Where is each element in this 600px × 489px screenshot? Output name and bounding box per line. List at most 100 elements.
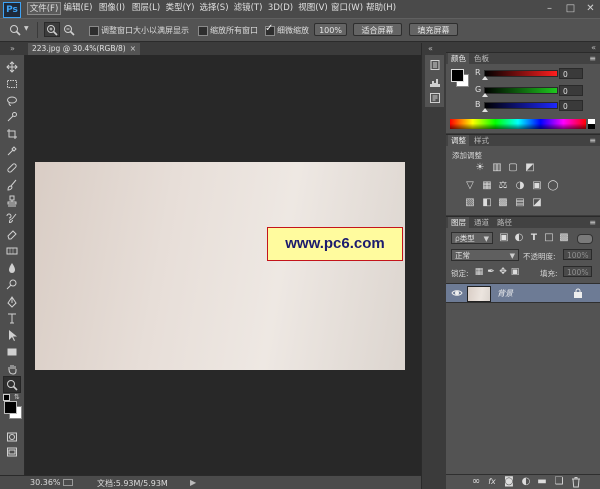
lock-all-icon[interactable]: ▣ — [509, 266, 521, 278]
exposure-icon[interactable]: ◩ — [524, 162, 536, 174]
invert-icon[interactable]: ◧ — [481, 197, 493, 209]
color-balance-icon[interactable]: ⚖ — [497, 180, 509, 192]
layer-filter-toggle[interactable] — [577, 234, 593, 244]
marquee-tool-icon[interactable] — [6, 78, 18, 90]
blend-mode-dropdown[interactable]: 正常 ▼ — [451, 249, 519, 261]
layer-name[interactable]: 背景 — [497, 288, 513, 299]
canvas-area[interactable]: www.pc6.com — [25, 55, 421, 475]
zoom-tool-button[interactable] — [3, 376, 21, 393]
type-layer-filter-icon[interactable]: T — [528, 232, 540, 244]
foreground-color-swatch[interactable] — [4, 401, 17, 414]
new-adjustment-layer-icon[interactable]: ◐ — [520, 476, 532, 488]
resize-windows-checkbox[interactable]: ✓ — [89, 26, 99, 36]
maximize-icon[interactable]: □ — [561, 0, 580, 18]
red-slider-handle[interactable] — [482, 76, 488, 80]
new-group-icon[interactable]: ▬ — [536, 476, 548, 488]
green-slider-track[interactable] — [484, 87, 558, 94]
spot-healing-tool-icon[interactable] — [6, 162, 18, 174]
panels-collapse-icon[interactable]: « — [591, 43, 596, 52]
curves-icon[interactable]: ▢ — [507, 162, 519, 174]
type-tool-icon[interactable] — [6, 312, 18, 324]
default-colors-icon[interactable] — [3, 394, 10, 401]
tab-channels[interactable]: 通道 — [471, 217, 492, 228]
screen-mode-icon[interactable] — [6, 446, 18, 458]
tab-layers[interactable]: 图层 — [448, 217, 469, 228]
add-layer-style-icon[interactable]: fx — [486, 476, 498, 488]
delete-layer-icon[interactable] — [570, 476, 582, 488]
lock-icon[interactable] — [572, 287, 584, 299]
posterize-icon[interactable]: ▩ — [497, 197, 509, 209]
tab-adjustments[interactable]: 调整 — [448, 135, 469, 146]
actual-pixels-button[interactable]: 100% — [314, 23, 347, 36]
green-slider-handle[interactable] — [482, 93, 488, 97]
gradient-map-icon[interactable]: ◪ — [531, 197, 543, 209]
eraser-tool-icon[interactable] — [6, 228, 18, 240]
lasso-tool-icon[interactable] — [6, 95, 18, 107]
blue-slider-track[interactable] — [484, 102, 558, 109]
tab-color[interactable]: 颜色 — [448, 53, 469, 64]
menu-3d[interactable]: 3D(D) — [265, 2, 296, 15]
history-brush-tool-icon[interactable] — [6, 212, 18, 224]
adjustments-panel-menu-icon[interactable]: ≡ — [589, 135, 596, 146]
color-panel-menu-icon[interactable]: ≡ — [589, 53, 596, 64]
menu-help[interactable]: 帮助(H) — [364, 2, 398, 15]
zoom-tool-preset-icon[interactable] — [9, 24, 21, 36]
opacity-field[interactable]: 100% — [563, 249, 592, 260]
scrubby-zoom-checkbox[interactable]: ✓ — [265, 23, 275, 36]
menu-type[interactable]: 类型(Y) — [163, 2, 197, 15]
lock-pixels-icon[interactable]: ✒ — [485, 266, 497, 278]
black-white-icon[interactable]: ◑ — [514, 180, 526, 192]
properties-panel-icon[interactable] — [429, 92, 441, 104]
levels-icon[interactable]: ▥ — [491, 162, 503, 174]
vibrance-icon[interactable]: ▽ — [464, 180, 476, 192]
red-value-field[interactable]: 0 — [559, 68, 583, 79]
red-slider-track[interactable] — [484, 70, 558, 77]
brightness-contrast-icon[interactable]: ☀ — [474, 162, 486, 174]
history-panel-icon[interactable] — [429, 59, 441, 71]
dodge-tool-icon[interactable] — [6, 279, 18, 291]
spectrum-black-swatch[interactable] — [588, 124, 595, 129]
blur-tool-icon[interactable] — [6, 262, 18, 274]
clone-stamp-tool-icon[interactable] — [6, 195, 18, 207]
zoom-in-button[interactable] — [44, 22, 60, 37]
menu-image[interactable]: 图像(I) — [95, 2, 129, 15]
status-zoom-level[interactable]: 30.36% — [30, 478, 61, 487]
threshold-icon[interactable]: ▤ — [514, 197, 526, 209]
gradient-tool-icon[interactable] — [6, 245, 18, 257]
new-layer-icon[interactable]: ❏ — [553, 476, 565, 488]
fit-screen-button[interactable]: 适合屏幕 — [353, 23, 402, 36]
histogram-panel-icon[interactable] — [429, 76, 441, 88]
brush-tool-icon[interactable] — [6, 179, 18, 191]
photo-filter-icon[interactable]: ▣ — [531, 180, 543, 192]
eye-icon[interactable] — [451, 287, 463, 299]
rectangle-tool-icon[interactable] — [6, 346, 18, 358]
pixel-layer-filter-icon[interactable]: ▣ — [498, 232, 510, 244]
tab-swatches[interactable]: 色板 — [471, 53, 492, 64]
close-icon[interactable]: ✕ — [581, 0, 600, 18]
preset-dropdown-icon[interactable]: ▼ — [24, 25, 29, 32]
quick-selection-tool-icon[interactable] — [6, 111, 18, 123]
fill-field[interactable]: 100% — [563, 266, 592, 277]
close-document-icon[interactable]: × — [130, 43, 136, 55]
color-spectrum-ramp[interactable] — [450, 119, 586, 129]
move-tool-icon[interactable] — [6, 61, 18, 73]
document-image[interactable] — [35, 162, 405, 370]
menu-file[interactable]: 文件(F) — [27, 2, 61, 15]
tab-paths[interactable]: 路径 — [494, 217, 515, 228]
menu-edit[interactable]: 编辑(E) — [61, 2, 95, 15]
channel-mixer-icon[interactable]: ◯ — [547, 180, 559, 192]
menu-layer[interactable]: 图层(L) — [129, 2, 163, 15]
swap-colors-icon[interactable]: ⇅ — [14, 393, 20, 401]
menu-window[interactable]: 窗口(W) — [330, 2, 364, 15]
shape-layer-filter-icon[interactable]: □ — [543, 232, 555, 244]
hue-saturation-icon[interactable]: ▦ — [481, 180, 493, 192]
hand-tool-icon[interactable] — [6, 363, 18, 375]
zoom-out-icon[interactable] — [63, 24, 75, 36]
lock-transparency-icon[interactable]: ▦ — [473, 266, 485, 278]
green-value-field[interactable]: 0 — [559, 85, 583, 96]
dock-collapse-icon[interactable]: « — [428, 43, 433, 54]
pen-tool-icon[interactable] — [6, 296, 18, 308]
tab-styles[interactable]: 样式 — [471, 135, 492, 146]
link-layers-icon[interactable]: ∞ — [470, 476, 482, 488]
toolbar-collapse-icon[interactable]: » — [0, 43, 25, 55]
